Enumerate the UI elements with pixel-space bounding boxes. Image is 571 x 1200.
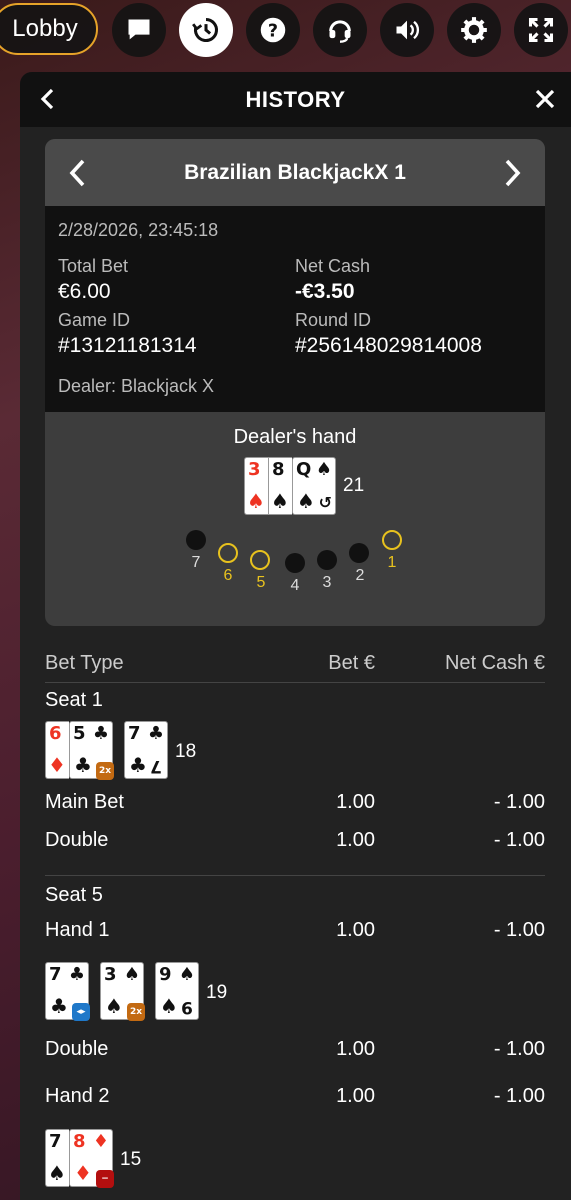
dealer-score: 21 bbox=[343, 475, 365, 496]
seat-1-dot bbox=[382, 530, 402, 550]
help-icon[interactable]: ? bbox=[246, 3, 300, 57]
bet-row: Main Bet 1.00 - 1.00 bbox=[45, 791, 545, 813]
panel-header: HISTORY bbox=[20, 72, 571, 127]
previous-round-icon[interactable] bbox=[67, 158, 89, 188]
history-panel: HISTORY Brazilian BlackjackX 1 2/28/2026… bbox=[20, 72, 571, 1200]
net-cash-header: Net Cash € bbox=[444, 652, 545, 674]
back-icon[interactable] bbox=[36, 86, 60, 112]
round-id-label: Round ID bbox=[295, 310, 372, 330]
next-round-icon[interactable] bbox=[501, 158, 523, 188]
seat-5-hand-2-score: 15 bbox=[120, 1149, 142, 1170]
svg-text:?: ? bbox=[268, 21, 278, 41]
fullscreen-icon[interactable] bbox=[514, 3, 568, 57]
playing-card: 8 ♦ ♦ − bbox=[69, 1129, 114, 1188]
seat-5-hand-2-cards: 7 ♠ 8 ♦ ♦ − 15 bbox=[45, 1129, 545, 1188]
seat-2-dot bbox=[349, 543, 369, 563]
playing-card: 6 ♦ bbox=[45, 721, 69, 779]
total-bet-label: Total Bet bbox=[58, 256, 129, 276]
seat-5-title: Seat 5 bbox=[45, 884, 103, 906]
bet-header: Bet € bbox=[328, 652, 375, 674]
total-bet-value: €6.00 bbox=[58, 280, 111, 303]
stand-badge-icon: − bbox=[96, 1170, 114, 1188]
playing-card: 7 ♠ bbox=[45, 1129, 69, 1187]
round-datetime: 2/28/2026, 23:45:18 bbox=[58, 220, 219, 240]
top-bar: Lobby ? bbox=[0, 0, 571, 58]
round-info: 2/28/2026, 23:45:18 Total Bet €6.00 Net … bbox=[45, 206, 545, 412]
bet-row: Double 1.00 - 1.00 bbox=[45, 1038, 545, 1060]
bets-table: Bet Type Bet € Net Cash € Seat 1 6 ♦ 5 ♣ ♣ … bbox=[45, 652, 545, 1188]
double-badge-icon: 2x bbox=[96, 762, 114, 780]
seat-4-dot bbox=[285, 553, 305, 573]
seat-4-number: 4 bbox=[290, 577, 300, 594]
seat-5-number: 5 bbox=[256, 574, 266, 591]
seat-1-title: Seat 1 bbox=[45, 689, 103, 711]
round-card: Brazilian BlackjackX 1 2/28/2026, 23:45:… bbox=[45, 139, 545, 626]
seat-5-hand-1-score: 19 bbox=[206, 982, 228, 1003]
game-id-label: Game ID bbox=[58, 310, 131, 330]
playing-card: 8 ♠ bbox=[268, 457, 292, 515]
playing-card: 3 ♠ bbox=[244, 457, 268, 515]
seat-5-hand-1-cards: 7 ♣ ♣ ◂▸ 3 ♠ ♠ 2x 9 ♠ ♠ 9 19 bbox=[45, 962, 545, 1021]
dealer-hand-title: Dealer's hand bbox=[233, 426, 357, 448]
round-id-value: #256148029814008 bbox=[295, 334, 482, 357]
split-badge-icon: ◂▸ bbox=[72, 1003, 90, 1021]
support-icon[interactable] bbox=[313, 3, 367, 57]
seat-7-dot bbox=[186, 530, 206, 550]
close-icon[interactable] bbox=[533, 87, 557, 111]
net-cash-value: -€3.50 bbox=[295, 280, 355, 303]
sound-icon[interactable] bbox=[380, 3, 434, 57]
history-icon[interactable] bbox=[179, 3, 233, 57]
seat-1-cards: 6 ♦ 5 ♣ ♣ 2x 7 ♣ ♣ 7 18 bbox=[45, 721, 545, 780]
round-navigator: Brazilian BlackjackX 1 bbox=[45, 139, 545, 206]
seat-3-dot bbox=[317, 550, 337, 570]
bet-row: Double 1.00 - 1.00 bbox=[45, 829, 545, 851]
seat-5-dot bbox=[250, 550, 270, 570]
game-name: Brazilian BlackjackX 1 bbox=[184, 160, 406, 184]
dealer-hand-area: Dealer's hand 3 ♠ 8 ♠ Q ♠ ♠ ↺ 21 7 6 5 4… bbox=[45, 412, 545, 626]
double-badge-icon: 2x bbox=[127, 1003, 145, 1021]
panel-title: HISTORY bbox=[245, 86, 346, 112]
seat-6-dot bbox=[218, 543, 238, 563]
seat-2-number: 2 bbox=[355, 567, 365, 584]
seat-6-number: 6 bbox=[223, 567, 233, 584]
bet-row: Hand 1 1.00 - 1.00 bbox=[45, 919, 545, 941]
playing-card: 5 ♣ ♣ 2x bbox=[69, 721, 114, 780]
bet-type-header: Bet Type bbox=[45, 652, 124, 674]
dealer-name: Dealer: Blackjack X bbox=[58, 376, 215, 396]
playing-card: Q ♠ ♠ ↺ bbox=[292, 457, 336, 515]
bets-header: Bet Type Bet € Net Cash € bbox=[45, 652, 545, 683]
seat-1-number: 1 bbox=[387, 554, 397, 571]
seat-1-score: 18 bbox=[175, 741, 197, 762]
net-cash-label: Net Cash bbox=[295, 256, 371, 276]
bet-row: Hand 2 1.00 - 1.00 bbox=[45, 1085, 545, 1107]
playing-card: 7 ♣ ♣ ◂▸ bbox=[45, 962, 90, 1021]
chat-icon[interactable] bbox=[112, 3, 166, 57]
lobby-button[interactable]: Lobby bbox=[0, 3, 98, 55]
divider bbox=[45, 875, 545, 876]
playing-card: 9 ♠ ♠ 9 bbox=[155, 962, 199, 1020]
seat-3-number: 3 bbox=[322, 574, 332, 591]
playing-card: 3 ♠ ♠ 2x bbox=[100, 962, 145, 1021]
playing-card: 7 ♣ ♣ 7 bbox=[124, 721, 168, 779]
settings-icon[interactable] bbox=[447, 3, 501, 57]
seat-7-number: 7 bbox=[191, 554, 201, 571]
dealer-cards: 3 ♠ 8 ♠ Q ♠ ♠ ↺ bbox=[244, 457, 336, 515]
game-id-value: #13121181314 bbox=[58, 334, 197, 357]
